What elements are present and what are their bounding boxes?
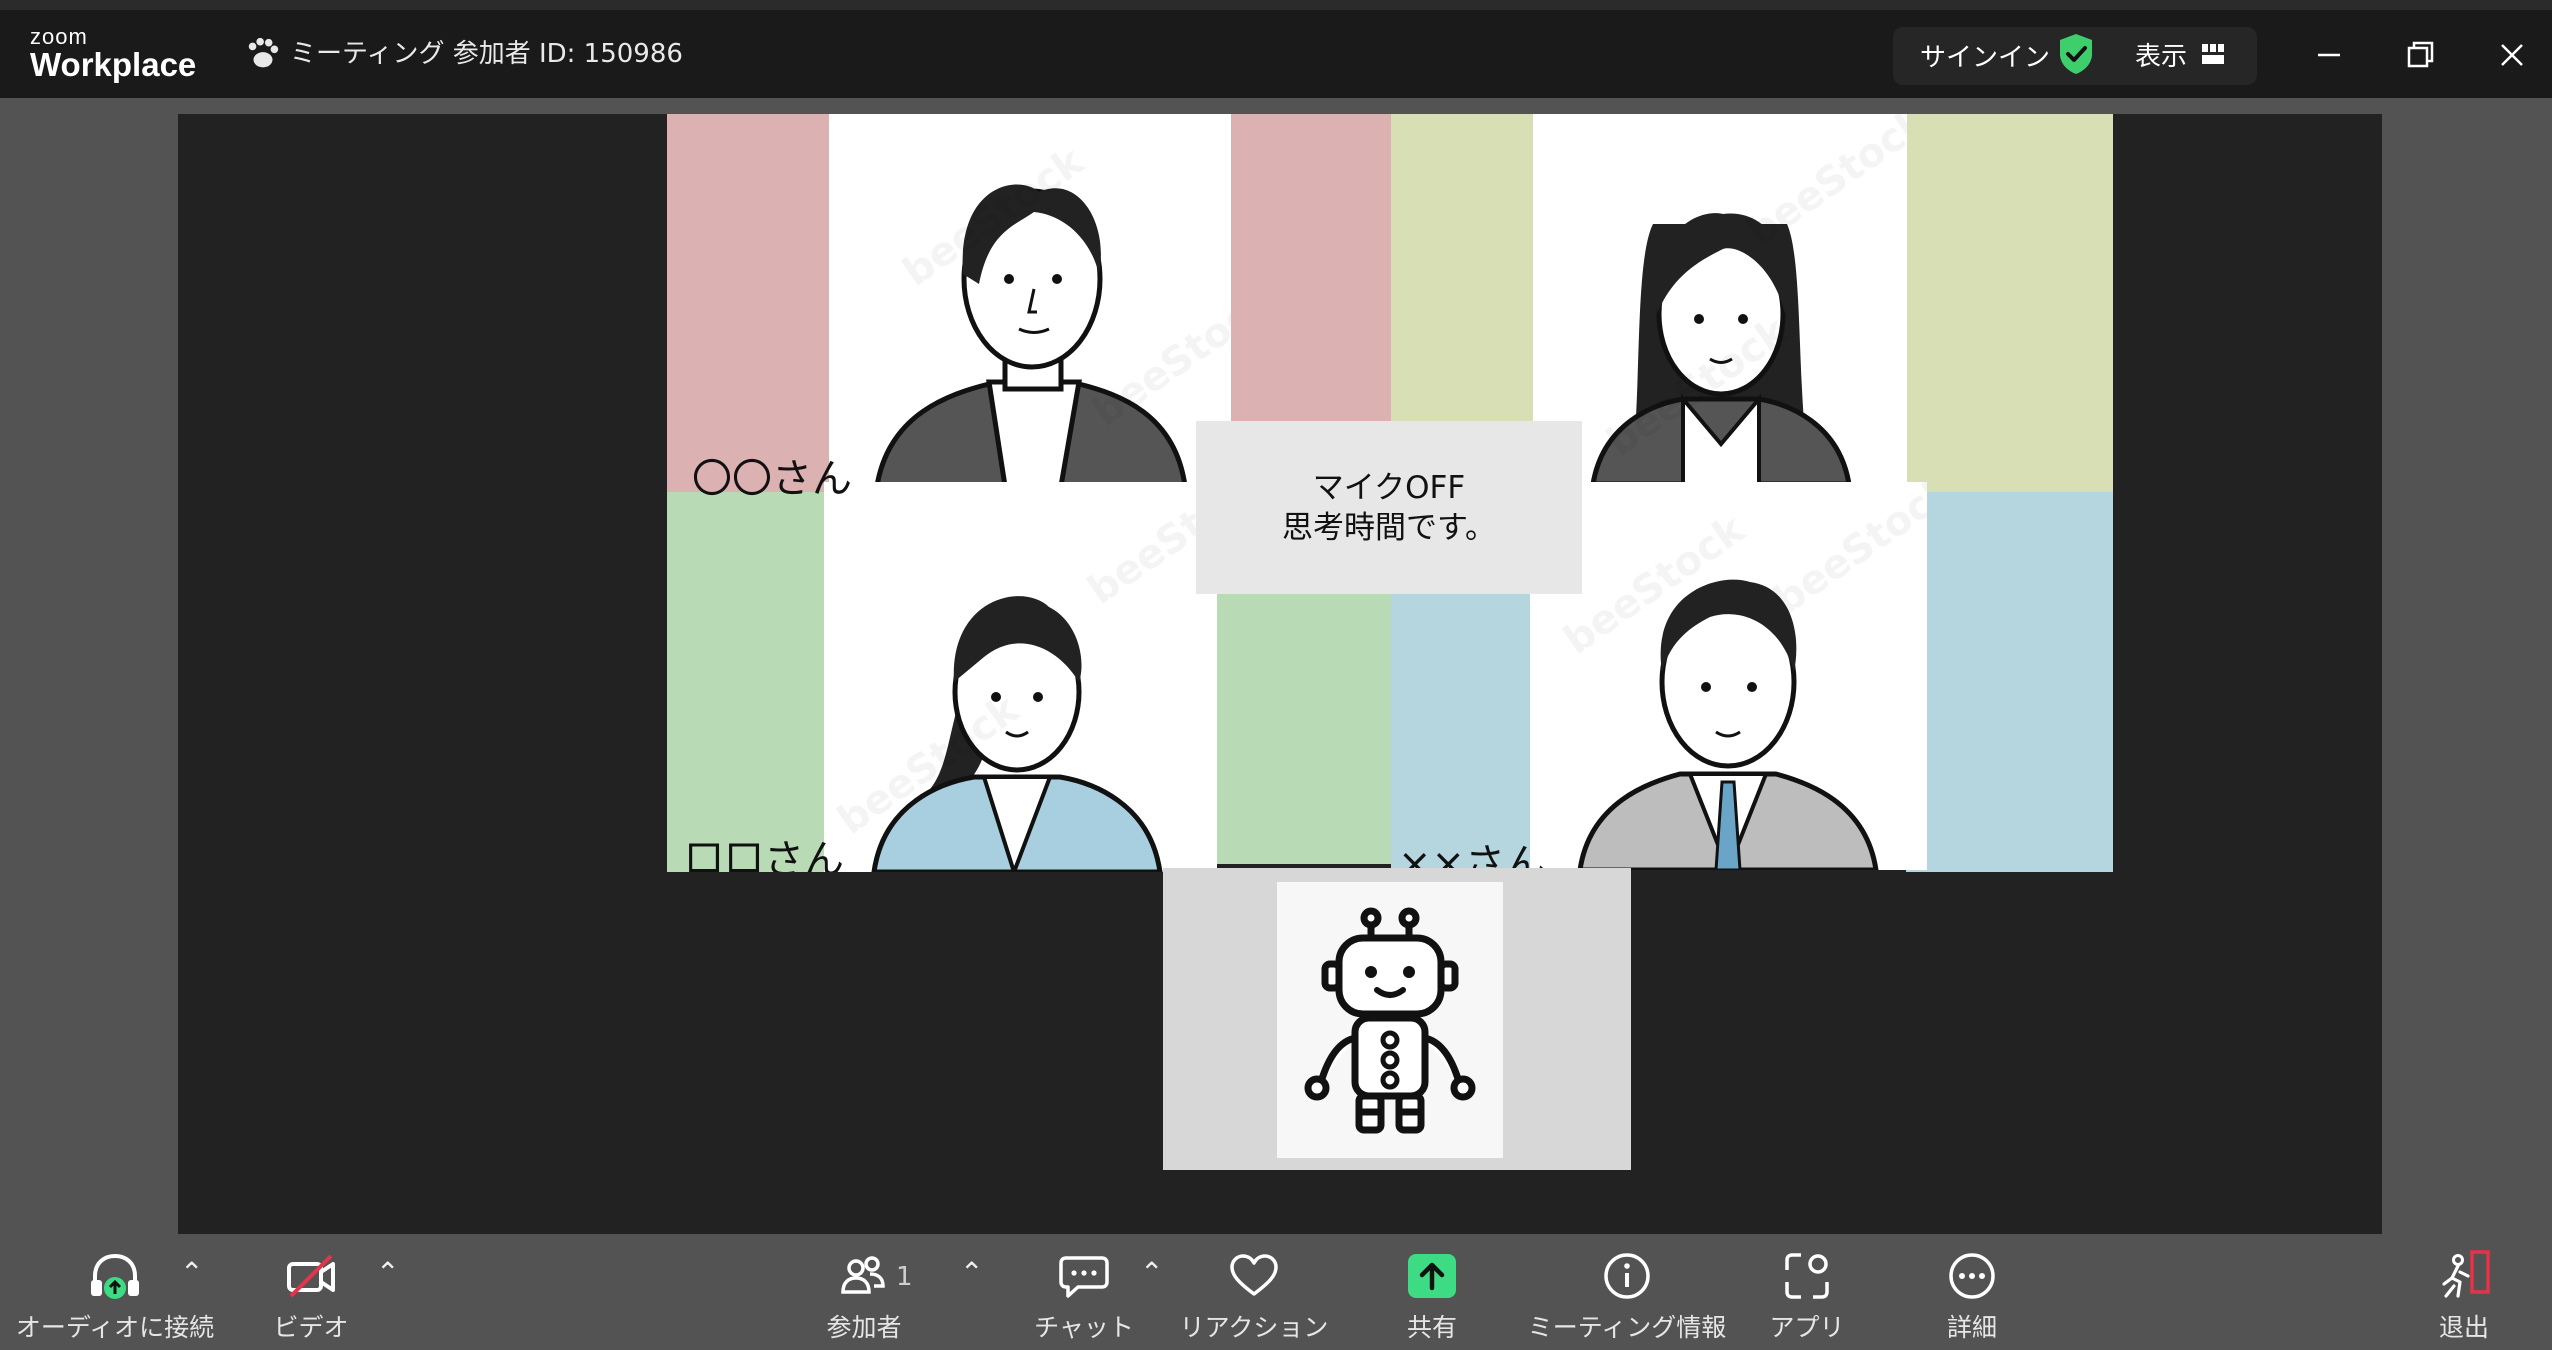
share-label: 共有: [1406, 1313, 1457, 1342]
video-options-caret[interactable]: ⌃: [376, 1256, 399, 1289]
notice-line-1: マイクOFF: [1312, 469, 1466, 506]
share-screen-icon: [1408, 1254, 1456, 1298]
chat-icon: [1059, 1256, 1109, 1298]
shield-check-icon[interactable]: [2057, 32, 2095, 76]
participant-avatar-man: beeStockbeeStock: [829, 114, 1231, 486]
robot-avatar-card: [1277, 882, 1503, 1158]
meeting-info-label: ミーティング情報: [1527, 1313, 1727, 1342]
apps-icon: [1785, 1253, 1829, 1299]
chat-button[interactable]: チャット: [1034, 1250, 1134, 1346]
participant-name-label: 口口さん: [684, 837, 844, 872]
participant-name-label: 〇〇さん: [692, 456, 852, 502]
notice-line-2: 思考時間です。: [1282, 509, 1496, 546]
heart-icon: [1230, 1254, 1278, 1296]
app-logo-workplace: Workplace: [30, 46, 197, 83]
video-label: ビデオ: [273, 1313, 349, 1342]
participant-avatar-woman: beeStockbeeStock: [1533, 114, 1907, 484]
share-button[interactable]: 共有: [1404, 1250, 1460, 1346]
meeting-title: ミーティング 参加者 ID: 150986: [290, 39, 683, 69]
view-button[interactable]: 表示: [2135, 34, 2225, 74]
signin-button[interactable]: サインイン: [1920, 37, 2050, 74]
bg-stripe-blue-right: [1906, 492, 2113, 872]
participants-label: 参加者: [826, 1313, 902, 1342]
more-label: 詳細: [1946, 1313, 1997, 1342]
close-icon[interactable]: [2489, 32, 2535, 78]
audio-label: オーディオに接続: [15, 1313, 215, 1342]
bg-stripe-pink-left: [667, 114, 830, 492]
chat-label: チャット: [1034, 1313, 1134, 1342]
audio-button[interactable]: オーディオに接続: [16, 1250, 214, 1346]
self-video-tile[interactable]: [1163, 868, 1631, 1170]
participant-avatar-woman-ponytail: beeStockbeeStock: [824, 482, 1217, 872]
info-icon: [1604, 1253, 1650, 1299]
view-label: 表示: [2135, 41, 2188, 72]
participant-name-label: ××さん: [1398, 841, 1546, 872]
meeting-toolbar: オーディオに接続 ⌃ ビデオ ⌃ 参加者 1 ⌃ チャット ⌃ リアクション 共…: [0, 1234, 2552, 1350]
window-top-edge: [0, 0, 2552, 10]
more-button[interactable]: 詳細: [1944, 1250, 2000, 1346]
participants-count: 1: [896, 1262, 913, 1292]
participant-avatar-man-suit: beeStockbeeStock: [1530, 482, 1927, 870]
reaction-button[interactable]: リアクション: [1180, 1250, 1328, 1346]
title-bar: zoom Workplace ミーティング 参加者 ID: 150986 サイン…: [0, 10, 2552, 98]
mic-off-notice: マイクOFF 思考時間です。: [1196, 421, 1582, 594]
apps-button[interactable]: アプリ: [1770, 1250, 1845, 1346]
headphones-icon: [91, 1253, 139, 1299]
paw-icon: [248, 37, 279, 68]
restore-icon[interactable]: [2397, 32, 2443, 78]
chat-options-caret[interactable]: ⌃: [1140, 1256, 1163, 1289]
meeting-info-button[interactable]: ミーティング情報: [1528, 1250, 1726, 1346]
participants-button[interactable]: 参加者: [824, 1250, 904, 1346]
video-off-icon: [287, 1254, 335, 1298]
leave-label: 退出: [2438, 1313, 2489, 1342]
bg-stripe-lime-right: [1906, 114, 2113, 492]
video-button[interactable]: ビデオ: [270, 1250, 352, 1346]
robot-icon: [1304, 907, 1476, 1134]
reaction-label: リアクション: [1179, 1313, 1329, 1342]
participants-options-caret[interactable]: ⌃: [960, 1256, 983, 1289]
more-icon: [1949, 1253, 1995, 1299]
minimize-icon[interactable]: [2306, 32, 2352, 78]
audio-options-caret[interactable]: ⌃: [180, 1256, 203, 1289]
leave-button[interactable]: 退出: [2434, 1250, 2494, 1346]
grid-icon: [2202, 44, 2225, 64]
participants-icon: [841, 1256, 885, 1294]
bg-stripe-green-left: [667, 492, 830, 872]
leave-door-icon: [2442, 1250, 2490, 1298]
apps-label: アプリ: [1769, 1313, 1845, 1342]
